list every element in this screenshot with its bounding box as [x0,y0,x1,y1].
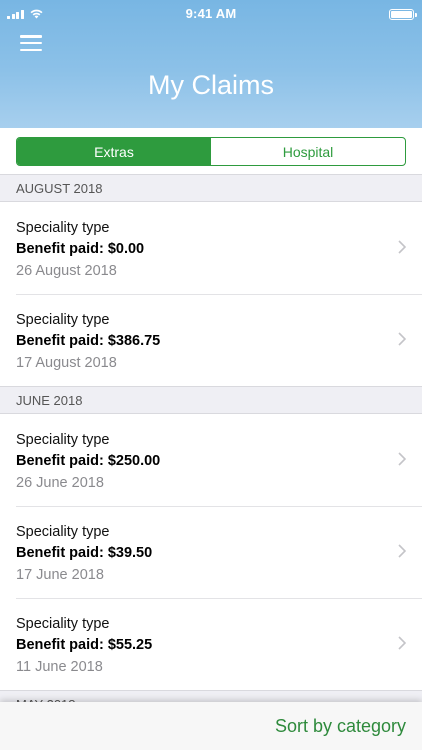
section-header: AUGUST 2018 [0,174,422,202]
claim-date: 26 June 2018 [16,475,104,491]
claim-type: Speciality type [16,312,110,328]
chevron-right-icon [398,332,406,346]
tab-hospital[interactable]: Hospital [211,138,405,165]
claim-benefit: Benefit paid: $55.25 [16,637,153,653]
claim-benefit: Benefit paid: $386.75 [16,333,161,349]
claim-benefit: Benefit paid: $39.50 [16,545,153,561]
sort-by-category-button[interactable]: Sort by category [275,716,406,737]
claims-list: AUGUST 2018 Speciality type Benefit paid… [0,174,422,718]
claim-type: Speciality type [16,432,110,448]
battery-icon [389,9,417,20]
chevron-right-icon [398,240,406,254]
claim-date: 26 August 2018 [16,263,117,279]
claim-type: Speciality type [16,616,110,632]
section-header: JUNE 2018 [0,386,422,414]
app-header: 9:41 AM My Claims [0,0,422,128]
claim-benefit: Benefit paid: $250.00 [16,453,161,469]
tab-extras[interactable]: Extras [17,138,211,165]
claim-type: Speciality type [16,524,110,540]
claim-row[interactable]: Speciality type Benefit paid: $0.00 26 A… [0,202,422,294]
chevron-right-icon [398,544,406,558]
status-bar: 9:41 AM [0,0,422,28]
status-time: 9:41 AM [185,6,237,21]
claim-date: 17 August 2018 [16,355,117,371]
claim-row[interactable]: Speciality type Benefit paid: $39.50 17 … [0,506,422,598]
bottom-toolbar: Sort by category [0,702,422,750]
menu-icon[interactable] [20,35,42,52]
claims-type-segmented-control: Extras Hospital [16,137,406,166]
claim-date: 11 June 2018 [16,659,103,675]
page-title: My Claims [148,70,274,100]
claim-date: 17 June 2018 [16,567,104,583]
claim-row[interactable]: Speciality type Benefit paid: $386.75 17… [0,294,422,386]
chevron-right-icon [398,452,406,466]
claim-benefit: Benefit paid: $0.00 [16,241,145,257]
claim-row[interactable]: Speciality type Benefit paid: $55.25 11 … [0,598,422,690]
chevron-right-icon [398,636,406,650]
claim-row[interactable]: Speciality type Benefit paid: $250.00 26… [0,414,422,506]
claim-type: Speciality type [16,220,110,236]
